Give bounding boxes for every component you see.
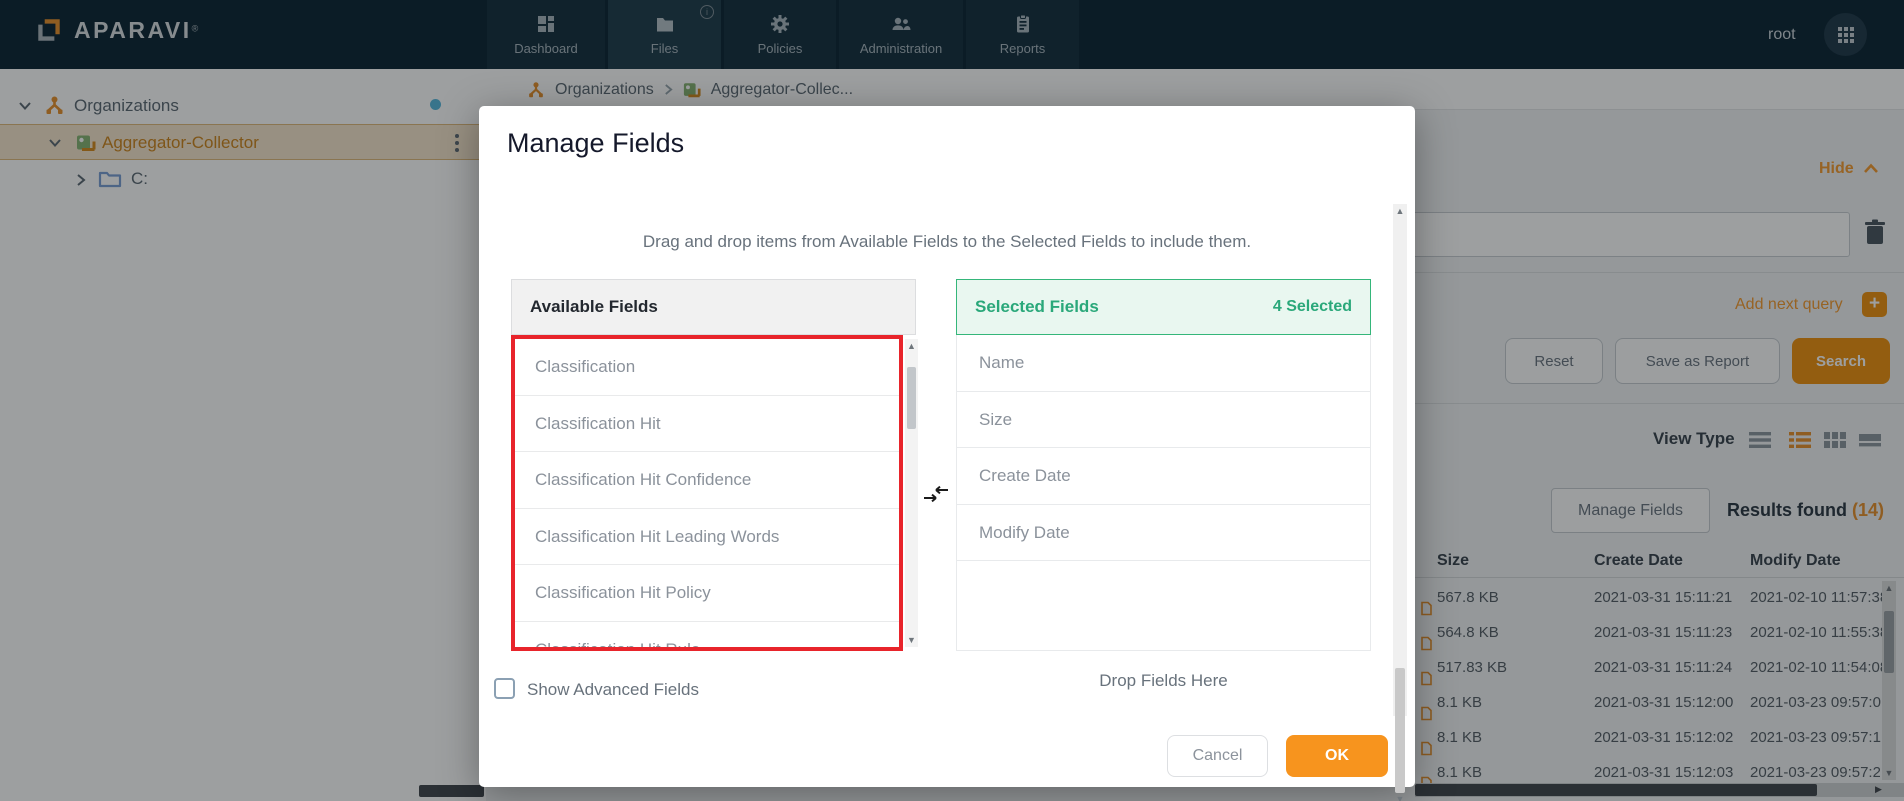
scroll-up-icon[interactable]: ▲	[1393, 206, 1407, 216]
available-field-item[interactable]: Classification Hit	[515, 396, 899, 453]
available-field-item[interactable]: Classification	[515, 339, 899, 396]
show-advanced-fields-checkbox[interactable]	[494, 678, 515, 699]
manage-fields-modal: Manage Fields Drag and drop items from A…	[479, 106, 1415, 787]
selected-field-item[interactable]: Create Date	[956, 448, 1371, 505]
cancel-button[interactable]: Cancel	[1167, 735, 1268, 777]
modal-scrollbar[interactable]: ▲ ▼	[1393, 204, 1407, 716]
selected-field-item[interactable]: Modify Date	[956, 505, 1371, 562]
show-advanced-fields-label: Show Advanced Fields	[527, 680, 699, 700]
scrollbar-thumb[interactable]	[1395, 668, 1405, 793]
drop-fields-hint: Drop Fields Here	[956, 671, 1371, 691]
selected-count-badge: 4 Selected	[1273, 298, 1352, 316]
modal-instruction: Drag and drop items from Available Field…	[479, 232, 1415, 252]
modal-title: Manage Fields	[507, 128, 684, 159]
available-fields-header: Available Fields	[511, 279, 916, 335]
drop-zone[interactable]	[956, 561, 1371, 651]
selected-fields-header: Selected Fields 4 Selected	[956, 279, 1371, 335]
ok-button[interactable]: OK	[1286, 735, 1388, 777]
scrollbar-thumb[interactable]	[907, 367, 916, 429]
drag-move-cursor-icon	[923, 484, 949, 506]
selected-fields-title: Selected Fields	[975, 297, 1099, 317]
selected-field-item[interactable]: Size	[956, 392, 1371, 449]
scroll-up-icon[interactable]: ▲	[905, 341, 918, 351]
available-field-item[interactable]: Classification Hit Policy	[515, 565, 899, 622]
app-window: APARAVI® Dashboard i Files	[0, 0, 1904, 801]
available-fields-list: Classification Classification Hit Classi…	[511, 335, 903, 651]
available-fields-scrollbar[interactable]: ▲ ▼	[905, 339, 918, 647]
available-field-item[interactable]: Classification Hit Leading Words	[515, 509, 899, 566]
available-field-item[interactable]: Classification Hit Confidence	[515, 452, 899, 509]
scroll-down-icon[interactable]: ▼	[1393, 794, 1407, 801]
available-field-item[interactable]: Classification Hit Rule	[515, 622, 899, 652]
scroll-down-icon[interactable]: ▼	[905, 635, 918, 645]
selected-field-item[interactable]: Name	[956, 335, 1371, 392]
